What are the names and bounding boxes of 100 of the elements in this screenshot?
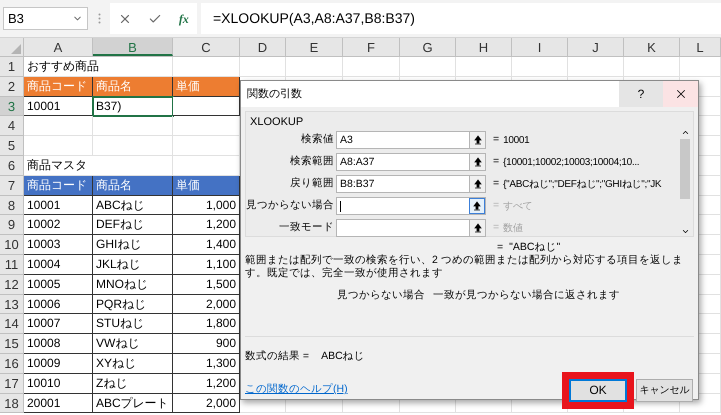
- table-cell: 単価: [173, 76, 240, 97]
- table-cell: 1,400: [173, 235, 240, 255]
- column-header[interactable]: J: [568, 38, 624, 56]
- table-cell: 900: [173, 334, 240, 354]
- table-cell: MNOねじ: [93, 274, 173, 295]
- argument-field[interactable]: A3: [336, 131, 486, 149]
- argument-field[interactable]: A8:A37: [336, 153, 486, 171]
- scrollbar[interactable]: [678, 128, 692, 236]
- equals-sign: =: [493, 132, 500, 148]
- row-header[interactable]: 16: [0, 354, 24, 374]
- row-header[interactable]: 14: [0, 314, 24, 334]
- formula-result: ABCねじ: [321, 348, 365, 364]
- row-header[interactable]: 17: [0, 374, 24, 394]
- argument-field[interactable]: [336, 219, 486, 237]
- scroll-thumb[interactable]: [680, 139, 690, 199]
- collapse-dialog-icon[interactable]: [469, 154, 485, 170]
- table-cell: 1,200: [173, 215, 240, 236]
- column-header[interactable]: G: [400, 38, 456, 56]
- cell-text: おすすめ商品: [27, 58, 99, 75]
- row-header[interactable]: 9: [0, 215, 24, 236]
- row-header[interactable]: 10: [0, 235, 24, 255]
- cancel-button[interactable]: キャンセル: [636, 378, 693, 402]
- formula-field[interactable]: =XLOOKUP(A3,A8:A37,B8:B37): [201, 3, 721, 34]
- triangle-icon: [11, 44, 21, 54]
- row-header[interactable]: 7: [0, 176, 24, 196]
- argument-result: 10001: [503, 134, 530, 148]
- scroll-down-icon[interactable]: [680, 227, 690, 236]
- argument-help: 一致が見つからない場合に返されます: [433, 288, 620, 303]
- column-header[interactable]: I: [512, 38, 568, 56]
- collapse-dialog-icon[interactable]: [469, 132, 485, 148]
- argument-label: 検索値: [300, 132, 335, 148]
- argument-result: {"ABCねじ";"DEFねじ";"GHIねじ";"JK: [503, 178, 662, 192]
- table-cell: 20001: [24, 394, 93, 414]
- column-header[interactable]: C: [173, 38, 240, 56]
- argument-label: 一致モード: [278, 220, 335, 236]
- column-header[interactable]: L: [680, 38, 721, 56]
- argument-label: 検索範囲: [289, 154, 335, 170]
- argument-field[interactable]: B8:B37: [336, 175, 486, 193]
- active-cell: B37): [93, 96, 173, 116]
- insert-function-button[interactable]: fx: [178, 10, 189, 28]
- table-cell: VWねじ: [93, 334, 173, 354]
- row-header[interactable]: 18: [0, 394, 24, 414]
- row-header[interactable]: 12: [0, 274, 24, 295]
- row-header[interactable]: 8: [0, 196, 24, 216]
- ok-button[interactable]: OK: [569, 378, 627, 402]
- table-cell: 10002: [24, 215, 93, 236]
- help-button[interactable]: ?: [619, 81, 663, 107]
- row-header[interactable]: 6: [0, 156, 24, 176]
- equals-sign: =: [493, 220, 500, 236]
- table-cell: 商品コード: [24, 176, 93, 196]
- table-cell: 1,000: [173, 196, 240, 216]
- table-cell: 1,800: [173, 314, 240, 334]
- row-header[interactable]: 1: [0, 57, 24, 77]
- column-header[interactable]: F: [343, 38, 400, 56]
- formula-result-label: 数式の結果 =: [245, 348, 310, 364]
- equals-sign: =: [493, 176, 500, 192]
- row-header[interactable]: 3: [0, 96, 24, 116]
- cell-text: 商品マスタ: [27, 156, 87, 174]
- table-cell: 2,000: [173, 394, 240, 414]
- table-cell: Zねじ: [93, 374, 173, 394]
- name-box[interactable]: B3: [3, 7, 88, 30]
- table-cell: 10001: [24, 96, 93, 116]
- table-cell: 10004: [24, 254, 93, 275]
- close-button[interactable]: [663, 81, 698, 107]
- help-link[interactable]: この関数のヘルプ(H): [245, 382, 562, 398]
- table-cell: 10005: [24, 274, 93, 295]
- dialog-title: 関数の引数: [246, 86, 303, 102]
- table-cell: 10007: [24, 314, 93, 334]
- row-header[interactable]: 11: [0, 254, 24, 275]
- column-header[interactable]: K: [624, 38, 680, 56]
- collapse-dialog-icon[interactable]: [469, 198, 485, 214]
- row-header[interactable]: 15: [0, 334, 24, 354]
- table-cell: 1,500: [173, 274, 240, 295]
- equals-sign: =: [497, 240, 504, 254]
- row-header[interactable]: 2: [0, 76, 24, 97]
- column-header[interactable]: B: [93, 38, 173, 56]
- table-cell: 商品名: [93, 76, 173, 97]
- grip-icon: [98, 13, 100, 24]
- row-header[interactable]: 5: [0, 136, 24, 156]
- column-header[interactable]: H: [456, 38, 512, 56]
- collapse-dialog-icon[interactable]: [469, 176, 485, 192]
- table-cell: 1,200: [173, 374, 240, 394]
- argument-field[interactable]: [336, 197, 486, 215]
- table-cell: 10003: [24, 235, 93, 255]
- table-cell: STUねじ: [93, 314, 173, 334]
- table-cell: 10006: [24, 294, 93, 314]
- table-cell: 1,300: [173, 354, 240, 374]
- row-header[interactable]: 13: [0, 294, 24, 314]
- collapse-dialog-icon[interactable]: [469, 220, 485, 236]
- column-header[interactable]: D: [240, 38, 286, 56]
- table-cell: XYねじ: [93, 354, 173, 374]
- row-header[interactable]: 4: [0, 116, 24, 136]
- table-cell: 単価: [173, 176, 240, 196]
- function-description: 範囲または配列で一致の検索を行い、2 つめの範囲または配列から対応する項目を返します。既定では、完全一致が使用されます: [244, 254, 684, 280]
- argument-label: 戻り範囲: [289, 176, 335, 192]
- table-cell: GHIねじ: [93, 235, 173, 255]
- table-cell: DEFねじ: [93, 215, 173, 236]
- table-cell: 10001: [24, 196, 93, 216]
- column-header[interactable]: E: [286, 38, 343, 56]
- scroll-up-icon[interactable]: [680, 128, 690, 137]
